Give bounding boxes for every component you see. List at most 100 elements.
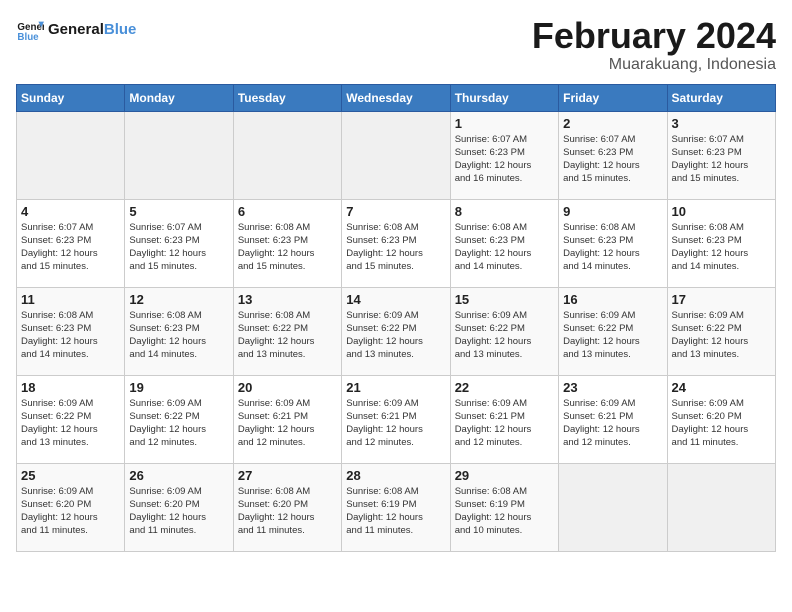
calendar-cell: 7Sunrise: 6:08 AM Sunset: 6:23 PM Daylig… — [342, 199, 450, 287]
logo-icon: General Blue — [16, 16, 44, 44]
day-info: Sunrise: 6:07 AM Sunset: 6:23 PM Dayligh… — [21, 221, 120, 274]
day-info: Sunrise: 6:08 AM Sunset: 6:23 PM Dayligh… — [346, 221, 445, 274]
day-number: 5 — [129, 204, 228, 219]
day-number: 21 — [346, 380, 445, 395]
day-number: 17 — [672, 292, 771, 307]
calendar-table: Sunday Monday Tuesday Wednesday Thursday… — [16, 84, 776, 552]
calendar-cell: 10 Sunrise: 6:08 AM Sunset: 6:23 PM Dayli… — [667, 199, 775, 287]
day-info: Sunrise: 6:09 AM Sunset: 6:20 PM Dayligh… — [21, 485, 120, 538]
svg-text:Blue: Blue — [17, 32, 39, 43]
day-info: Sunrise: 6:08 AM Sunset: 6:23 PM Dayligh… — [21, 309, 120, 362]
day-number: 3 — [672, 116, 771, 131]
day-info: Sunrise: 6:07 AM Sunset: 6:23 PM Dayligh… — [129, 221, 228, 274]
logo-blue: Blue — [104, 21, 137, 38]
calendar-cell: 28 Sunrise: 6:08 AM Sunset: 6:19 PM Dayli… — [342, 463, 450, 551]
day-number: 9 — [563, 204, 662, 219]
calendar-cell: 13Sunrise: 6:08 AM Sunset: 6:22 PM Dayli… — [233, 287, 341, 375]
calendar-cell: 4 Sunrise: 6:07 AM Sunset: 6:23 PM Daylig… — [17, 199, 125, 287]
col-tuesday: Tuesday — [233, 84, 341, 111]
day-number: 12 — [129, 292, 228, 307]
col-saturday: Saturday — [667, 84, 775, 111]
calendar-cell: 14Sunrise: 6:09 AM Sunset: 6:22 PM Dayli… — [342, 287, 450, 375]
day-number: 20 — [238, 380, 337, 395]
header-row: Sunday Monday Tuesday Wednesday Thursday… — [17, 84, 776, 111]
day-number: 4 — [21, 204, 120, 219]
day-info: Sunrise: 6:08 AM Sunset: 6:23 PM Dayligh… — [563, 221, 662, 274]
calendar-cell: 16Sunrise: 6:09 AM Sunset: 6:22 PM Dayli… — [559, 287, 667, 375]
day-number: 23 — [563, 380, 662, 395]
day-info: Sunrise: 6:09 AM Sunset: 6:20 PM Dayligh… — [672, 397, 771, 450]
day-number: 19 — [129, 380, 228, 395]
day-number: 24 — [672, 380, 771, 395]
day-number: 10 — [672, 204, 771, 219]
day-info: Sunrise: 6:08 AM Sunset: 6:20 PM Dayligh… — [238, 485, 337, 538]
calendar-cell: 2 Sunrise: 6:07 AM Sunset: 6:23 PM Daylig… — [559, 111, 667, 199]
day-number: 18 — [21, 380, 120, 395]
calendar-cell: 19 Sunrise: 6:09 AM Sunset: 6:22 PM Dayli… — [125, 375, 233, 463]
day-info: Sunrise: 6:07 AM Sunset: 6:23 PM Dayligh… — [672, 133, 771, 186]
day-info: Sunrise: 6:09 AM Sunset: 6:22 PM Dayligh… — [455, 309, 554, 362]
day-info: Sunrise: 6:09 AM Sunset: 6:22 PM Dayligh… — [129, 397, 228, 450]
calendar-cell: 5 Sunrise: 6:07 AM Sunset: 6:23 PM Daylig… — [125, 199, 233, 287]
day-number: 6 — [238, 204, 337, 219]
day-info: Sunrise: 6:09 AM Sunset: 6:20 PM Dayligh… — [129, 485, 228, 538]
calendar-cell: 21Sunrise: 6:09 AM Sunset: 6:21 PM Dayli… — [342, 375, 450, 463]
calendar-cell: 23 Sunrise: 6:09 AM Sunset: 6:21 PM Dayli… — [559, 375, 667, 463]
day-number: 11 — [21, 292, 120, 307]
calendar-cell: 6Sunrise: 6:08 AM Sunset: 6:23 PM Daylig… — [233, 199, 341, 287]
calendar-cell: 8 Sunrise: 6:08 AM Sunset: 6:23 PM Daylig… — [450, 199, 558, 287]
day-info: Sunrise: 6:08 AM Sunset: 6:19 PM Dayligh… — [346, 485, 445, 538]
day-info: Sunrise: 6:08 AM Sunset: 6:23 PM Dayligh… — [455, 221, 554, 274]
day-info: Sunrise: 6:09 AM Sunset: 6:22 PM Dayligh… — [672, 309, 771, 362]
day-info: Sunrise: 6:09 AM Sunset: 6:21 PM Dayligh… — [455, 397, 554, 450]
calendar-body: 1Sunrise: 6:07 AM Sunset: 6:23 PM Daylig… — [17, 111, 776, 551]
location-label: Muarakuang, Indonesia — [532, 56, 776, 74]
col-friday: Friday — [559, 84, 667, 111]
day-number: 25 — [21, 468, 120, 483]
calendar-cell: 15 Sunrise: 6:09 AM Sunset: 6:22 PM Dayli… — [450, 287, 558, 375]
calendar-cell: 3 Sunrise: 6:07 AM Sunset: 6:23 PM Daylig… — [667, 111, 775, 199]
calendar-week-4: 18 Sunrise: 6:09 AM Sunset: 6:22 PM Dayli… — [17, 375, 776, 463]
calendar-cell: 22 Sunrise: 6:09 AM Sunset: 6:21 PM Dayli… — [450, 375, 558, 463]
calendar-cell: 29Sunrise: 6:08 AM Sunset: 6:19 PM Dayli… — [450, 463, 558, 551]
day-info: Sunrise: 6:09 AM Sunset: 6:21 PM Dayligh… — [238, 397, 337, 450]
calendar-cell: 17 Sunrise: 6:09 AM Sunset: 6:22 PM Dayli… — [667, 287, 775, 375]
day-number: 2 — [563, 116, 662, 131]
day-info: Sunrise: 6:07 AM Sunset: 6:23 PM Dayligh… — [455, 133, 554, 186]
col-sunday: Sunday — [17, 84, 125, 111]
calendar-cell: 12Sunrise: 6:08 AM Sunset: 6:23 PM Dayli… — [125, 287, 233, 375]
logo: General Blue GeneralBlue — [16, 16, 136, 44]
calendar-cell: 9 Sunrise: 6:08 AM Sunset: 6:23 PM Daylig… — [559, 199, 667, 287]
day-number: 22 — [455, 380, 554, 395]
day-number: 8 — [455, 204, 554, 219]
calendar-cell: 27Sunrise: 6:08 AM Sunset: 6:20 PM Dayli… — [233, 463, 341, 551]
day-number: 28 — [346, 468, 445, 483]
calendar-week-3: 11 Sunrise: 6:08 AM Sunset: 6:23 PM Dayli… — [17, 287, 776, 375]
col-monday: Monday — [125, 84, 233, 111]
day-number: 14 — [346, 292, 445, 307]
calendar-header: Sunday Monday Tuesday Wednesday Thursday… — [17, 84, 776, 111]
calendar-week-5: 25 Sunrise: 6:09 AM Sunset: 6:20 PM Dayli… — [17, 463, 776, 551]
calendar-cell: 20 Sunrise: 6:09 AM Sunset: 6:21 PM Dayli… — [233, 375, 341, 463]
calendar-week-1: 1Sunrise: 6:07 AM Sunset: 6:23 PM Daylig… — [17, 111, 776, 199]
col-wednesday: Wednesday — [342, 84, 450, 111]
calendar-week-2: 4 Sunrise: 6:07 AM Sunset: 6:23 PM Daylig… — [17, 199, 776, 287]
calendar-cell: 11 Sunrise: 6:08 AM Sunset: 6:23 PM Dayli… — [17, 287, 125, 375]
day-number: 15 — [455, 292, 554, 307]
day-info: Sunrise: 6:07 AM Sunset: 6:23 PM Dayligh… — [563, 133, 662, 186]
day-info: Sunrise: 6:09 AM Sunset: 6:21 PM Dayligh… — [563, 397, 662, 450]
calendar-cell — [667, 463, 775, 551]
month-year-title: February 2024 — [532, 16, 776, 56]
calendar-cell: 26Sunrise: 6:09 AM Sunset: 6:20 PM Dayli… — [125, 463, 233, 551]
title-section: February 2024 Muarakuang, Indonesia — [532, 16, 776, 74]
calendar-cell: 24 Sunrise: 6:09 AM Sunset: 6:20 PM Dayli… — [667, 375, 775, 463]
calendar-cell — [17, 111, 125, 199]
day-number: 29 — [455, 468, 554, 483]
calendar-cell — [125, 111, 233, 199]
day-info: Sunrise: 6:08 AM Sunset: 6:23 PM Dayligh… — [672, 221, 771, 274]
calendar-cell — [233, 111, 341, 199]
day-number: 16 — [563, 292, 662, 307]
calendar-cell: 25 Sunrise: 6:09 AM Sunset: 6:20 PM Dayli… — [17, 463, 125, 551]
day-number: 13 — [238, 292, 337, 307]
col-thursday: Thursday — [450, 84, 558, 111]
